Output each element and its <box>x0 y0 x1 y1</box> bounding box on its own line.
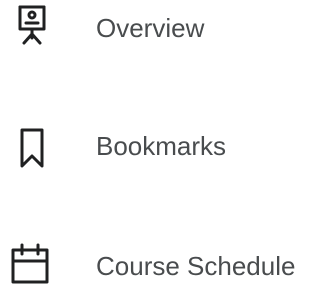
nav-item-overview[interactable]: Overview <box>0 0 326 60</box>
nav-item-label: Course Schedule <box>96 251 296 281</box>
nav-item-label: Overview <box>96 13 205 43</box>
presentation-board-icon <box>10 2 54 46</box>
nav-item-label: Bookmarks <box>96 131 227 161</box>
nav-item-course-schedule[interactable]: Course Schedule <box>0 236 326 294</box>
course-navigation-list: Overview Bookmarks Course Schedule <box>0 0 326 294</box>
nav-item-bookmarks[interactable]: Bookmarks <box>0 116 326 176</box>
calendar-icon <box>10 242 54 286</box>
bookmark-icon <box>10 126 54 170</box>
